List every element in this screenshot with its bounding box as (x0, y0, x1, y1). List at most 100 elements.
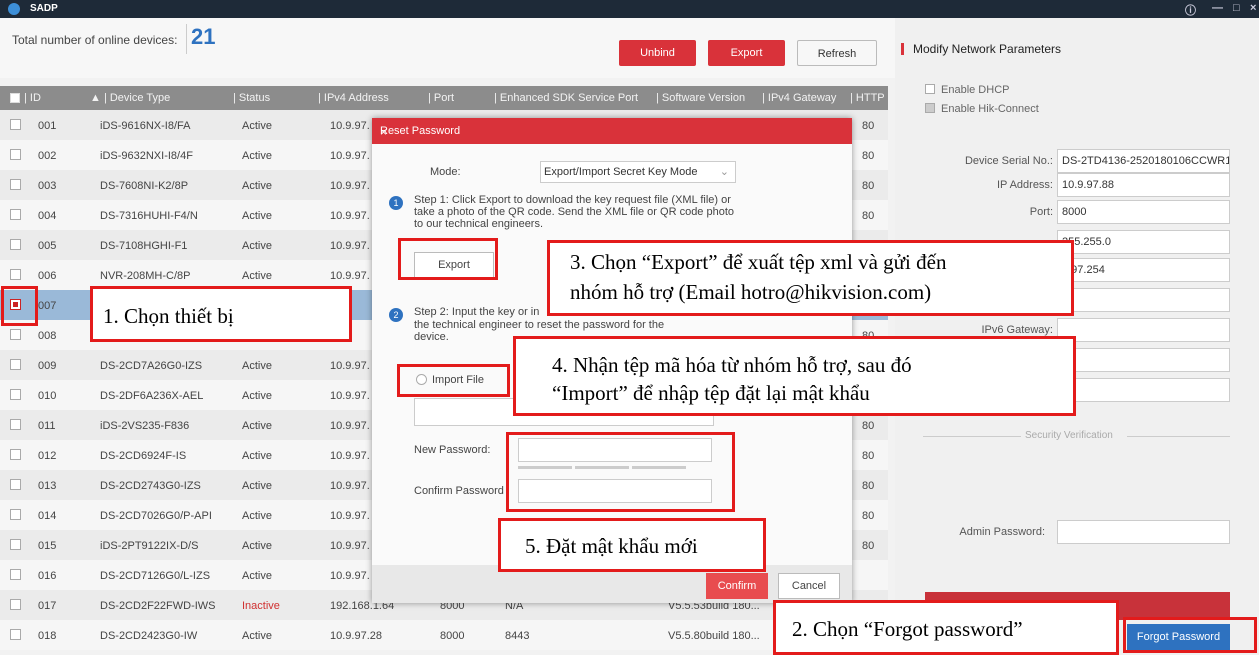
ipv6-prefix-field[interactable] (1057, 348, 1230, 372)
cell-http: 80 (862, 480, 875, 492)
col-http[interactable]: | HTTP (850, 92, 885, 104)
ipv6-gateway-label: IPv6 Gateway: (981, 324, 1053, 336)
step1-text: Step 1: Click Export to download the key… (414, 194, 734, 230)
row-checkbox[interactable] (10, 509, 21, 520)
col-sdk-port[interactable]: | Enhanced SDK Service Port (494, 92, 638, 104)
cell-id: 006 (38, 270, 57, 282)
serial-field[interactable]: DS-2TD4136-2520180106CCWR16 (1057, 149, 1230, 173)
cell-ipv4: 10.9.97. (330, 270, 370, 282)
cell-id: 002 (38, 150, 57, 162)
row-checkbox[interactable] (10, 569, 21, 580)
cell-http: 80 (862, 180, 875, 192)
row-checkbox[interactable] (10, 449, 21, 460)
row-checkbox[interactable] (10, 599, 21, 610)
col-status[interactable]: | Status (233, 92, 270, 104)
cell-http: 80 (862, 150, 875, 162)
divider-left (923, 436, 1021, 437)
callout-select-device: 1. Chọn thiết bị (90, 286, 352, 342)
ipv6-address-field[interactable] (1057, 288, 1230, 312)
confirm-password-label: Confirm Password (414, 485, 504, 497)
row-checkbox[interactable] (10, 479, 21, 490)
row-checkbox[interactable] (10, 179, 21, 190)
row-checkbox[interactable] (10, 149, 21, 160)
row-checkbox[interactable] (10, 209, 21, 220)
close-icon[interactable]: × (1250, 2, 1256, 14)
row-checkbox[interactable] (10, 359, 21, 370)
port-label: Port: (1029, 206, 1053, 218)
cell-device-type: DS-7316HUHI-F4/N (100, 210, 198, 222)
export-button[interactable]: Export (708, 40, 785, 66)
enable-hik-connect-checkbox[interactable]: Enable Hik-Connect (925, 103, 1039, 115)
minimize-icon[interactable]: — (1212, 2, 1223, 14)
select-all-checkbox[interactable] (10, 93, 20, 103)
cell-ipv4: 10.9.97. (330, 240, 370, 252)
row-checkbox[interactable] (10, 419, 21, 430)
col-device-type[interactable]: ▲ | Device Type (90, 92, 170, 104)
highlight-export-button (398, 238, 498, 280)
cell-id: 013 (38, 480, 57, 492)
cell-id: 003 (38, 180, 57, 192)
cell-id: 015 (38, 540, 57, 552)
mode-select[interactable]: Export/Import Secret Key Mode ⌄ (540, 161, 736, 183)
enable-dhcp-checkbox[interactable]: Enable DHCP (925, 84, 1009, 96)
row-checkbox[interactable] (10, 389, 21, 400)
cell-status: Active (242, 270, 272, 282)
cell-status: Active (242, 480, 272, 492)
gateway-field[interactable]: 9.97.254 (1057, 258, 1230, 282)
row-checkbox[interactable] (10, 629, 21, 640)
cell-id: 011 (38, 420, 56, 432)
cell-device-type: iDS-9616NX-I8/FA (100, 120, 191, 132)
row-checkbox[interactable] (10, 329, 21, 340)
col-id[interactable]: | ID (24, 92, 41, 104)
cell-status: Active (242, 420, 272, 432)
port-field[interactable]: 8000 (1057, 200, 1230, 224)
serial-label: Device Serial No.: (964, 155, 1053, 167)
cell-ipv4: 10.9.97. (330, 150, 370, 162)
col-software[interactable]: | Software Version (656, 92, 745, 104)
cell-ipv4: 10.9.97. (330, 480, 370, 492)
cell-ipv4: 10.9.97. (330, 210, 370, 222)
ip-address-field[interactable]: 10.9.97.88 (1057, 173, 1230, 197)
cell-port: 8000 (440, 630, 465, 642)
total-devices-count: 21 (186, 24, 215, 54)
col-ipv4[interactable]: | IPv4 Address (318, 92, 389, 104)
cell-id: 017 (38, 600, 57, 612)
cell-ipv4: 10.9.97.28 (330, 630, 382, 642)
cell-software: V5.5.80build 180... (668, 630, 760, 642)
row-checkbox[interactable] (10, 239, 21, 250)
dialog-close-icon[interactable]: × (380, 125, 842, 139)
info-icon[interactable]: ⓘ (1185, 2, 1196, 18)
row-checkbox[interactable] (10, 269, 21, 280)
row-checkbox[interactable] (10, 539, 21, 550)
cell-id: 009 (38, 360, 57, 372)
cell-ipv4: 10.9.97. (330, 450, 370, 462)
cell-http: 80 (862, 510, 875, 522)
table-row[interactable]: 018 DS-2CD2423G0-IW Active 10.9.97.28 8000 84… (0, 620, 888, 650)
cell-status: Active (242, 510, 272, 522)
enable-hik-label: Enable Hik-Connect (941, 103, 1039, 115)
cell-http: 80 (862, 450, 875, 462)
http-port-field[interactable] (1057, 378, 1230, 402)
ipv6-gateway-field[interactable] (1057, 318, 1230, 342)
confirm-button[interactable]: Confirm (706, 573, 768, 599)
chevron-down-icon: ⌄ (719, 166, 729, 178)
cancel-button[interactable]: Cancel (778, 573, 840, 599)
unbind-button[interactable]: Unbind (619, 40, 696, 66)
cell-device-type: DS-2DF6A236X-AEL (100, 390, 204, 402)
col-port[interactable]: | Port (428, 92, 454, 104)
cell-ipv4: 10.9.97. (330, 390, 370, 402)
admin-password-field[interactable] (1057, 520, 1230, 544)
cell-status: Active (242, 120, 272, 132)
subnet-mask-field[interactable]: 255.255.0 (1057, 230, 1230, 254)
row-checkbox[interactable] (10, 119, 21, 130)
ip-label: IP Address: (996, 179, 1053, 191)
cell-device-type: DS-7608NI-K2/8P (100, 180, 189, 192)
refresh-button[interactable]: Refresh (797, 40, 877, 66)
callout-import-line2: “Import” để nhập tệp đặt lại mật khẩu (552, 381, 870, 405)
maximize-icon[interactable]: □ (1233, 2, 1240, 14)
highlight-forgot-password (1123, 617, 1257, 653)
col-gateway[interactable]: | IPv4 Gateway (762, 92, 836, 104)
cell-status: Active (242, 450, 272, 462)
callout-export-line2: nhóm hỗ trợ (Email hotro@hikvision.com) (570, 280, 932, 304)
cell-status: Active (242, 240, 272, 252)
